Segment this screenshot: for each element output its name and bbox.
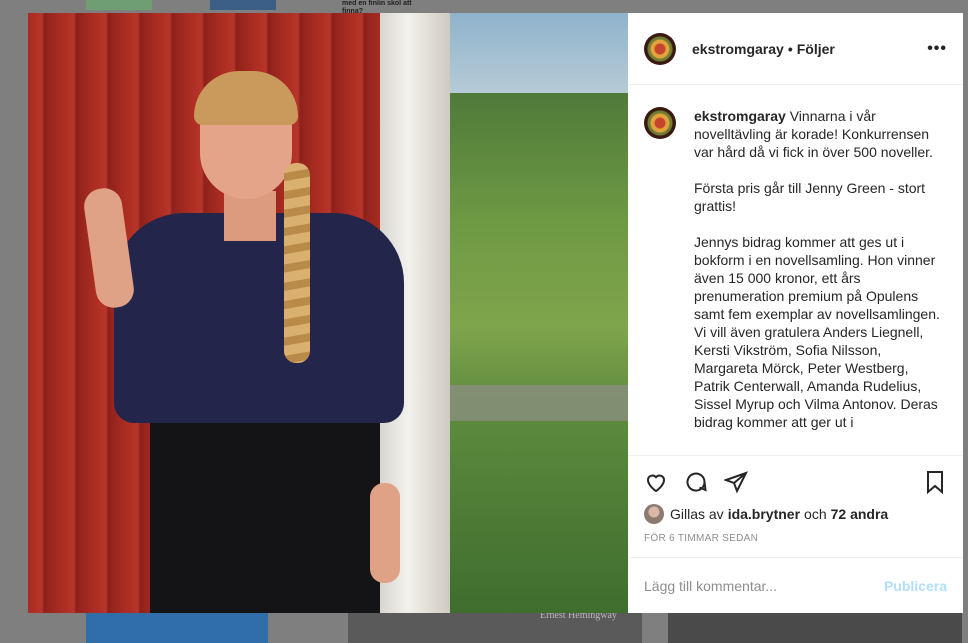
publish-button[interactable]: Publicera: [884, 578, 947, 594]
header-separator: •: [787, 40, 793, 57]
liker-avatar[interactable]: [644, 504, 664, 524]
background-feed-tile: [210, 0, 276, 10]
post-header: ekstromgaray • Följer •••: [628, 13, 963, 85]
add-comment-bar: Publicera: [628, 557, 963, 613]
post-timestamp[interactable]: FÖR 6 TIMMAR SEDAN: [628, 527, 963, 557]
post-actions: [628, 455, 963, 499]
bookmark-icon: [927, 470, 943, 494]
comment-icon: [686, 472, 707, 492]
caption-username[interactable]: ekstromgaray: [694, 108, 786, 124]
like-button[interactable]: [644, 467, 684, 497]
post-username[interactable]: ekstromgaray: [692, 41, 784, 57]
photo-field: [450, 93, 628, 613]
more-options-icon[interactable]: •••: [927, 40, 947, 58]
post-side-panel: ekstromgaray • Följer ••• ekstromgaray V…: [628, 13, 963, 613]
background-feed-tile: [86, 0, 152, 10]
likes-prefix: Gillas av: [670, 506, 724, 522]
avatar[interactable]: [644, 32, 676, 65]
photo-person-hand: [370, 483, 400, 583]
caption: ekstromgaray Vinnarna i vår novelltävlin…: [694, 107, 947, 455]
post-photo[interactable]: [28, 13, 628, 613]
photo-road: [450, 385, 628, 421]
likes-conjunction: och: [804, 506, 827, 522]
photo-person-braid: [284, 163, 310, 363]
heart-icon: [646, 474, 666, 492]
share-button[interactable]: [724, 467, 764, 497]
comments-area[interactable]: ekstromgaray Vinnarna i vår novelltävlin…: [628, 85, 963, 455]
post-modal: ekstromgaray • Följer ••• ekstromgaray V…: [28, 13, 963, 613]
avatar[interactable]: [644, 107, 676, 139]
background-feed-tile: [668, 613, 962, 643]
comment-button[interactable]: [684, 467, 724, 497]
likes-summary: Gillas av ida.brytner och 72 andra: [628, 499, 963, 527]
following-button[interactable]: Följer: [797, 41, 835, 57]
likes-others-link[interactable]: 72 andra: [831, 506, 889, 522]
comment-input[interactable]: [644, 577, 884, 594]
photo-person-skirt: [150, 403, 380, 613]
liker-username[interactable]: ida.brytner: [728, 506, 800, 522]
photo-person-blouse: [114, 213, 404, 423]
send-icon: [724, 470, 748, 493]
save-button[interactable]: [923, 467, 947, 497]
photo-sky: [450, 13, 628, 93]
caption-text: Vinnarna i vår novelltävling är korade! …: [694, 108, 940, 430]
background-feed-tile: [86, 613, 268, 643]
